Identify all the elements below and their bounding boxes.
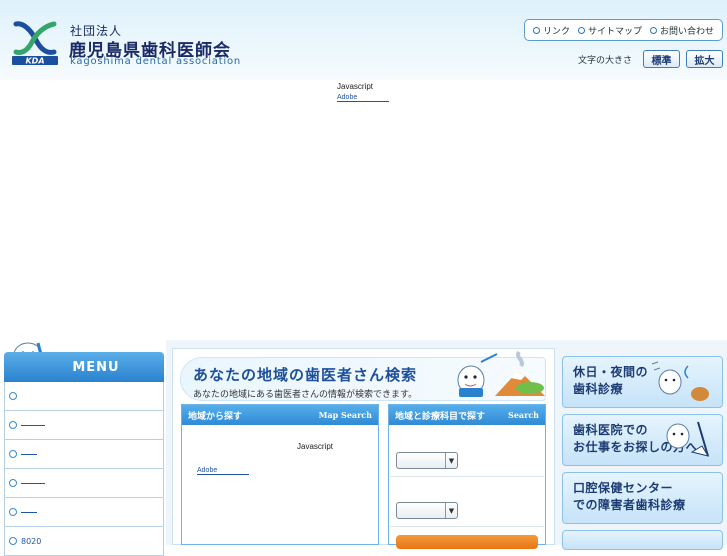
- kda-logo-icon[interactable]: KDA: [10, 18, 60, 66]
- menu-item[interactable]: [4, 382, 164, 411]
- dropdown-arrow-icon: ▼: [445, 453, 457, 468]
- banner-label: 口腔保健センター での障害者歯科診療: [573, 481, 686, 512]
- utility-nav: リンク サイトマップ お問い合わせ: [524, 19, 723, 41]
- menu-item[interactable]: 8020: [4, 527, 164, 556]
- search-title: あなたの地域の歯医者さん検索: [193, 366, 418, 384]
- menu-item-link-underline: [21, 453, 37, 455]
- menu-header: MENU: [4, 352, 164, 382]
- menu-item[interactable]: [4, 411, 164, 440]
- nav-link-label: サイトマップ: [587, 26, 642, 37]
- search-subtitle: あなたの地域にある歯医者さんの情報が検索できます。: [193, 390, 418, 400]
- bullet-icon: [9, 392, 17, 400]
- dropdown-arrow-icon: ▼: [445, 503, 457, 518]
- divider: [390, 526, 544, 527]
- nav-link-sitemap[interactable]: サイトマップ: [577, 24, 642, 37]
- menu-item[interactable]: [4, 469, 164, 498]
- nav-link-label: お問い合わせ: [659, 26, 714, 37]
- map-adobe-link[interactable]: Adobe: [197, 467, 249, 475]
- menu-item[interactable]: [4, 440, 164, 469]
- bullet-icon: [532, 26, 540, 34]
- font-size-label: 文字の大きさ: [578, 56, 633, 66]
- bullet-icon: [9, 508, 17, 516]
- banner-label: 休日・夜間の 歯科診療: [573, 365, 649, 396]
- menu-list: 8020: [4, 382, 164, 556]
- org-name-en: kagoshima dental association: [70, 56, 242, 67]
- job-search-banner[interactable]: 歯科医院での お仕事をお探しの方へ: [562, 414, 723, 466]
- font-size-large-button[interactable]: 拡大: [686, 50, 723, 68]
- logo-letters: KDA: [25, 57, 44, 66]
- map-javascript-notice: Javascript: [297, 442, 334, 451]
- search-submit-button[interactable]: [396, 535, 538, 549]
- bullet-icon: [9, 479, 17, 487]
- bullet-icon: [9, 450, 17, 458]
- menu-item-link-underline: [21, 424, 45, 426]
- nav-link-links[interactable]: リンク: [532, 24, 570, 37]
- search-label: Search: [508, 410, 539, 420]
- menu-item-link-underline: [21, 511, 37, 513]
- menu-item-label: 8020: [21, 536, 42, 546]
- nav-link-label: リンク: [542, 26, 570, 37]
- bullet-icon: [9, 537, 17, 545]
- menu-item-link-underline: [21, 482, 45, 484]
- dept-search-panel: 地域と診療科目で探す Search: [388, 404, 546, 545]
- map-search-label: Map Search: [318, 410, 372, 420]
- holiday-night-care-banner[interactable]: 休日・夜間の 歯科診療: [562, 356, 723, 408]
- area-search-label: 地域から探す: [188, 411, 243, 422]
- javascript-notice: Javascript: [337, 82, 374, 91]
- divider: [390, 476, 544, 477]
- oral-health-center-banner[interactable]: 口腔保健センター での障害者歯科診療: [562, 472, 723, 524]
- tooth-mascot-pen-icon: [666, 421, 710, 457]
- bullet-icon: [9, 421, 17, 429]
- department-select[interactable]: ▼: [396, 502, 458, 519]
- menu-item[interactable]: [4, 498, 164, 527]
- adobe-link[interactable]: Adobe: [337, 94, 389, 102]
- tooth-mascot-moon-icon: [651, 361, 709, 401]
- dept-search-label: 地域と診療科目で探す: [395, 411, 486, 422]
- nav-link-contact[interactable]: お問い合わせ: [649, 24, 714, 37]
- area-select[interactable]: ▼: [396, 452, 458, 469]
- next-banner[interactable]: [562, 530, 723, 550]
- panel-header: 地域から探す Map Search: [182, 405, 378, 425]
- menu-title: MENU: [72, 359, 120, 375]
- bullet-icon: [577, 26, 585, 34]
- dentist-mascot-volcano-icon: [457, 350, 545, 397]
- bullet-icon: [649, 26, 657, 34]
- font-size-standard-button[interactable]: 標準: [643, 50, 680, 68]
- panel-header: 地域と診療科目で探す Search: [389, 405, 545, 425]
